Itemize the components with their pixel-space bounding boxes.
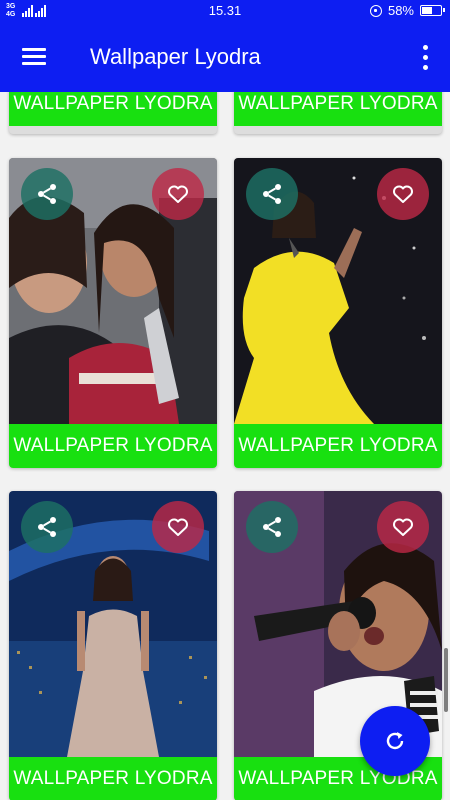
wallpaper-card-label[interactable]: WALLPAPER LYODRA	[9, 424, 217, 468]
wallpaper-card-label[interactable]: WALLPAPER LYODRA	[234, 92, 442, 126]
wallpaper-card-label[interactable]: WALLPAPER LYODRA	[9, 757, 217, 800]
share-icon	[38, 184, 56, 204]
status-right: 58%	[369, 3, 445, 18]
share-button[interactable]	[246, 168, 298, 220]
heart-icon	[393, 518, 413, 536]
heart-icon	[168, 185, 188, 203]
wallpaper-card[interactable]: WALLPAPER LYODRA	[9, 92, 217, 134]
favorite-button[interactable]	[377, 168, 429, 220]
wallpaper-card-label[interactable]: WALLPAPER LYODRA	[9, 92, 217, 126]
share-icon	[263, 184, 281, 204]
wallpaper-card[interactable]: WALLPAPER LYODRA	[9, 158, 217, 468]
wallpaper-card[interactable]: WALLPAPER LYODRA	[234, 158, 442, 468]
heart-icon	[393, 185, 413, 203]
share-button[interactable]	[21, 168, 73, 220]
scrollbar[interactable]	[444, 648, 448, 712]
heart-icon	[168, 518, 188, 536]
favorite-button[interactable]	[377, 501, 429, 553]
app-title: Wallpaper Lyodra	[90, 44, 261, 69]
share-button[interactable]	[246, 501, 298, 553]
battery-percent: 58%	[387, 3, 414, 18]
app-screen: 3G 4G 15.31 58% Wallpaper Lyodra WALLPAP…	[0, 0, 450, 800]
share-icon	[38, 517, 56, 537]
share-button[interactable]	[21, 501, 73, 553]
app-bar: Wallpaper Lyodra	[0, 22, 450, 92]
wallpaper-grid: WALLPAPER LYODRA WALLPAPER LYODRA WALLPA…	[0, 92, 450, 800]
more-vert-icon[interactable]	[418, 44, 434, 72]
battery-icon	[420, 5, 445, 16]
wallpaper-card[interactable]: WALLPAPER LYODRA	[234, 92, 442, 134]
wallpaper-card[interactable]: WALLPAPER LYODRA	[9, 491, 217, 800]
hamburger-menu-icon[interactable]	[22, 46, 48, 68]
rotation-lock-icon	[369, 4, 382, 17]
wallpaper-card-label[interactable]: WALLPAPER LYODRA	[234, 424, 442, 468]
favorite-button[interactable]	[152, 168, 204, 220]
status-bar: 3G 4G 15.31 58%	[0, 0, 450, 22]
refresh-icon	[386, 732, 404, 750]
refresh-button[interactable]	[360, 706, 430, 776]
favorite-button[interactable]	[152, 501, 204, 553]
share-icon	[263, 517, 281, 537]
battery-level	[422, 7, 432, 14]
